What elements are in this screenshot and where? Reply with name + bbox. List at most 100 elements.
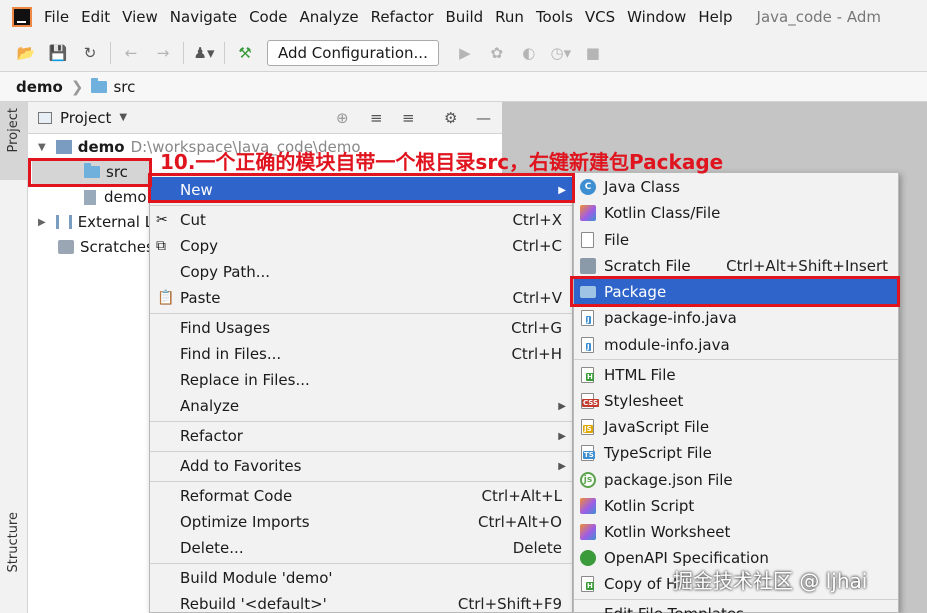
menu-run[interactable]: Run <box>495 8 524 26</box>
new-submenu: C Java Class Kotlin Class/File File Scrat… <box>573 172 899 613</box>
save-icon[interactable]: 💾 <box>47 42 69 64</box>
menu-item-copy[interactable]: ⧉ Copy Ctrl+C <box>150 233 572 259</box>
menu-item-rebuild[interactable]: Rebuild '<default>' Ctrl+Shift+F9 <box>150 591 572 613</box>
menu-help[interactable]: Help <box>698 8 732 26</box>
submenu-item-file[interactable]: File <box>574 227 898 253</box>
sync-icon[interactable]: ↻ <box>79 42 101 64</box>
submenu-item-kotlin-class[interactable]: Kotlin Class/File <box>574 200 898 226</box>
back-icon[interactable]: ← <box>120 42 142 64</box>
menu-refactor[interactable]: Refactor <box>371 8 434 26</box>
toolbar-separator <box>224 41 225 64</box>
shortcut: Ctrl+C <box>512 237 562 255</box>
menu-item-build-module[interactable]: Build Module 'demo' <box>150 565 572 591</box>
breadcrumb-project[interactable]: demo <box>16 78 63 96</box>
tree-item-external-libraries[interactable]: ▶ External L <box>38 210 153 234</box>
menu-item-label: Find in Files... <box>180 345 282 363</box>
gear-icon[interactable]: ⚙ <box>444 109 457 127</box>
submenu-item-typescript-file[interactable]: TS TypeScript File <box>574 440 898 466</box>
chevron-right-icon[interactable]: ▶ <box>38 217 46 228</box>
submenu-item-kotlin-worksheet[interactable]: Kotlin Worksheet <box>574 519 898 545</box>
kotlin-icon <box>580 205 596 221</box>
menu-item-add-to-favorites[interactable]: Add to Favorites ▶ <box>150 453 572 479</box>
iml-label: demo <box>104 188 147 206</box>
submenu-item-kotlin-script[interactable]: Kotlin Script <box>574 493 898 519</box>
openapi-icon <box>580 550 596 566</box>
menu-file[interactable]: File <box>44 8 69 26</box>
menu-item-label: Package <box>604 283 667 301</box>
menu-item-analyze[interactable]: Analyze ▶ <box>150 393 572 419</box>
collapse-all-icon[interactable]: ≡ <box>402 109 415 127</box>
submenu-item-package[interactable]: Package <box>574 279 898 305</box>
menu-item-cut[interactable]: ✂ Cut Ctrl+X <box>150 207 572 233</box>
menu-build[interactable]: Build <box>446 8 484 26</box>
profile-icon[interactable]: ◷▾ <box>550 42 572 64</box>
build-hammer-icon[interactable]: ⚒ <box>234 42 256 64</box>
chevron-right-icon: ▶ <box>558 430 566 442</box>
locate-icon[interactable]: ⊕ <box>336 109 349 127</box>
forward-icon[interactable]: → <box>152 42 174 64</box>
chevron-down-icon[interactable]: ▼ <box>38 142 46 153</box>
tree-item-iml[interactable]: demo <box>84 185 147 209</box>
menu-item-label: Reformat Code <box>180 487 293 505</box>
menu-item-refactor[interactable]: Refactor ▶ <box>150 423 572 449</box>
submenu-item-html-file[interactable]: H HTML File <box>574 362 898 388</box>
coverage-icon[interactable]: ◐ <box>518 42 540 64</box>
menu-item-find-usages[interactable]: Find Usages Ctrl+G <box>150 315 572 341</box>
menu-item-label: Build Module 'demo' <box>180 569 333 587</box>
menu-item-label: package-info.java <box>604 309 737 327</box>
menu-item-paste[interactable]: 📋 Paste Ctrl+V <box>150 285 572 311</box>
expand-all-icon[interactable]: ≡ <box>370 109 383 127</box>
open-icon[interactable]: 📂 <box>15 42 37 64</box>
nodejs-icon: js <box>580 472 596 488</box>
menu-item-label: New <box>180 181 213 199</box>
menu-item-copy-path[interactable]: Copy Path... <box>150 259 572 285</box>
menu-item-label: Delete... <box>180 539 244 557</box>
minimize-icon[interactable]: — <box>476 109 491 127</box>
menu-view[interactable]: View <box>122 8 158 26</box>
chevron-down-icon[interactable]: ▼ <box>119 112 127 123</box>
stop-icon[interactable]: ■ <box>582 42 604 64</box>
menu-separator <box>150 481 572 482</box>
submenu-item-module-info[interactable]: Jmodule-info.java <box>574 332 898 358</box>
menu-item-replace-in-files[interactable]: Replace in Files... <box>150 367 572 393</box>
submenu-item-java-class[interactable]: C Java Class <box>574 174 898 200</box>
menu-item-reformat-code[interactable]: Reformat Code Ctrl+Alt+L <box>150 483 572 509</box>
tree-item-src[interactable]: src <box>32 160 150 184</box>
menu-separator <box>574 599 898 600</box>
submenu-item-stylesheet[interactable]: CSS Stylesheet <box>574 388 898 414</box>
tree-item-scratches[interactable]: Scratches <box>58 235 154 259</box>
chevron-right-icon: ▶ <box>558 184 566 196</box>
debug-icon[interactable]: ✿ <box>486 42 508 64</box>
structure-tab-label[interactable]: Structure <box>6 512 21 572</box>
submenu-item-edit-templates[interactable]: Edit File Templates... <box>574 601 898 613</box>
run-icon[interactable]: ▶ <box>454 42 476 64</box>
project-panel-title[interactable]: Project <box>60 109 111 127</box>
menu-item-label: Kotlin Class/File <box>604 204 721 222</box>
menu-bar: File Edit View Navigate Code Analyze Ref… <box>0 0 927 34</box>
menu-item-delete[interactable]: Delete... Delete <box>150 535 572 561</box>
project-panel-header: Project ▼ ⊕ ≡ ≡ ⚙ — <box>28 102 502 134</box>
menu-vcs[interactable]: VCS <box>585 8 615 26</box>
menu-item-optimize-imports[interactable]: Optimize Imports Ctrl+Alt+O <box>150 509 572 535</box>
menu-item-new[interactable]: New ▶ <box>150 177 572 203</box>
user-icon[interactable]: ♟▾ <box>193 42 215 64</box>
menu-edit[interactable]: Edit <box>81 8 110 26</box>
submenu-item-javascript-file[interactable]: JS JavaScript File <box>574 414 898 440</box>
menu-separator <box>150 421 572 422</box>
breadcrumb-folder[interactable]: src <box>113 78 135 96</box>
add-configuration-button[interactable]: Add Configuration... <box>267 39 439 66</box>
external-libraries-label: External L <box>77 213 154 231</box>
submenu-item-scratch-file[interactable]: Scratch File Ctrl+Alt+Shift+Insert <box>574 253 898 279</box>
menu-code[interactable]: Code <box>249 8 287 26</box>
folder-icon <box>84 163 100 178</box>
submenu-item-package-info[interactable]: Jpackage-info.java <box>574 305 898 331</box>
menu-item-label: Cut <box>180 211 206 229</box>
menu-separator <box>150 205 572 206</box>
submenu-item-package-json[interactable]: js package.json File <box>574 467 898 493</box>
menu-analyze[interactable]: Analyze <box>299 8 358 26</box>
menu-navigate[interactable]: Navigate <box>170 8 237 26</box>
menu-item-find-in-files[interactable]: Find in Files... Ctrl+H <box>150 341 572 367</box>
menu-tools[interactable]: Tools <box>536 8 573 26</box>
project-tab-label[interactable]: Project <box>6 108 21 152</box>
menu-window[interactable]: Window <box>627 8 686 26</box>
